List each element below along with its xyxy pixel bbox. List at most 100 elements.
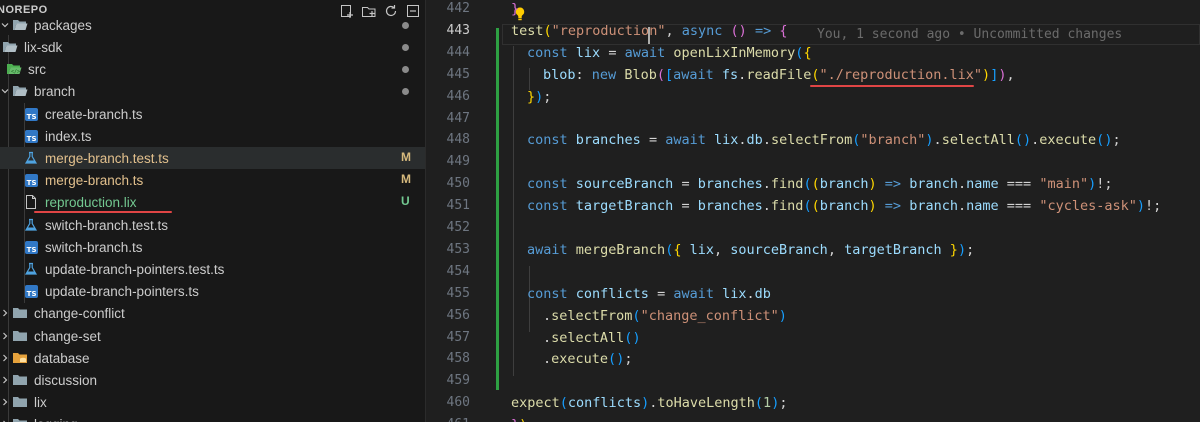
tree-item-label: merge-branch.test.ts [45, 150, 169, 166]
tree-item-label: packages [34, 17, 92, 33]
tree-item-change-conflict[interactable]: change-conflict [0, 302, 425, 324]
code-line[interactable]: blob: new Blob([await fs.readFile("./rep… [543, 64, 1015, 86]
line-number: 458 [446, 351, 470, 367]
tree-item-label: discussion [34, 372, 98, 388]
folder-open-icon [12, 17, 28, 33]
tree-item-src[interactable]: </> src [0, 58, 425, 80]
tree-item-packages[interactable]: packages [0, 14, 425, 36]
code-line[interactable]: .selectFrom("change_conflict") [543, 305, 787, 327]
line-number: 455 [446, 285, 470, 301]
tree-item-merge-branch-ts[interactable]: TS merge-branch.ts M [0, 169, 425, 191]
typescript-file-icon: TS [23, 106, 39, 122]
tree-item-label: index.ts [45, 128, 92, 144]
folder-open-icon [12, 83, 28, 99]
tree-item-logging[interactable]: logging [0, 413, 425, 422]
code-line[interactable]: }); [527, 86, 551, 108]
tree-item-create-branch-ts[interactable]: TS create-branch.ts [0, 103, 425, 125]
git-added-gutter-bar [496, 28, 499, 390]
annotation-underline [810, 85, 974, 87]
chevron-down-icon [0, 20, 12, 30]
tree-item-label: change-conflict [34, 305, 125, 321]
line-number: 452 [446, 220, 470, 235]
modified-dot [402, 22, 409, 29]
code-line[interactable]: const branches = await lix.db.selectFrom… [527, 129, 1121, 151]
indent-guide [513, 46, 514, 376]
code-line[interactable]: .execute(); [543, 348, 632, 370]
line-number: 444 [446, 44, 470, 60]
folder-icon [12, 394, 28, 410]
line-number: 446 [446, 88, 470, 104]
tree-item-branch[interactable]: branch [0, 80, 425, 102]
tree-item-reproduction-lix[interactable]: reproduction.lix U [0, 191, 425, 213]
folder-icon [12, 416, 28, 422]
tree-item-discussion[interactable]: discussion [0, 369, 425, 391]
tree-item-lix[interactable]: lix [0, 391, 425, 413]
tree-item-label: change-set [34, 328, 101, 344]
tree-item-label: update-branch-pointers.ts [45, 283, 199, 299]
code-line[interactable]: .selectAll() [543, 327, 641, 349]
line-number: 454 [446, 263, 470, 279]
code-line[interactable]: }); [511, 414, 535, 422]
tree-item-label: reproduction.lix [45, 194, 137, 210]
line-number: 449 [446, 154, 470, 170]
git-status-untracked: U [401, 194, 410, 208]
tree-item-update-branch-pointers-ts[interactable]: TS update-branch-pointers.ts [0, 280, 425, 302]
text-cursor [648, 27, 650, 44]
line-number: 442 [446, 1, 470, 16]
explorer-sidebar: NOREPO packages lix-sdk </> src branch T… [0, 0, 426, 422]
tree-item-index-ts[interactable]: TS index.ts [0, 125, 425, 147]
typescript-file-icon: TS [23, 283, 39, 299]
tree-item-change-set[interactable]: change-set [0, 325, 425, 347]
chevron-right-icon [0, 353, 12, 363]
chevron-right-icon [0, 331, 12, 341]
line-number: 456 [446, 307, 470, 323]
test-flask-icon [23, 217, 39, 233]
line-number: 450 [446, 176, 470, 192]
line-number: 447 [446, 110, 470, 126]
tree-item-label: switch-branch.ts [45, 239, 143, 255]
code-line[interactable]: expect(conflicts).toHaveLength(1); [511, 392, 787, 414]
tree-item-label: lix-sdk [24, 39, 63, 55]
chevron-right-icon [0, 375, 12, 385]
typescript-file-icon: TS [23, 239, 39, 255]
tree-item-update-branch-pointers-test-ts[interactable]: update-branch-pointers.test.ts [0, 258, 425, 280]
git-status-modified: M [401, 172, 411, 186]
annotation-underline [34, 211, 172, 213]
line-number: 451 [446, 198, 470, 214]
folder-icon [12, 328, 28, 344]
tree-item-label: switch-branch.test.ts [45, 217, 169, 233]
tree-item-label: lix [34, 394, 47, 410]
line-number: 457 [446, 329, 470, 345]
tree-item-label: merge-branch.ts [45, 172, 144, 188]
modified-dot [402, 44, 409, 51]
vscode-window: NOREPO packages lix-sdk </> src branch T… [0, 0, 1200, 422]
tree-item-merge-branch-test-ts[interactable]: merge-branch.test.ts M [0, 147, 425, 169]
line-number: 453 [446, 241, 470, 257]
tree-item-label: database [34, 350, 90, 366]
tree-item-lix-sdk[interactable]: lix-sdk [0, 36, 425, 58]
code-line[interactable]: const sourceBranch = branches.find((bran… [527, 173, 1113, 195]
code-line[interactable]: const lix = await openLixInMemory({ [527, 42, 812, 64]
line-number: 459 [446, 373, 470, 389]
line-number: 445 [446, 66, 470, 82]
tree-item-switch-branch-test-ts[interactable]: switch-branch.test.ts [0, 214, 425, 236]
tree-item-database[interactable]: database [0, 347, 425, 369]
test-flask-icon [23, 150, 39, 166]
tree-item-label: src [28, 61, 46, 77]
line-number: 448 [446, 132, 470, 148]
git-blame-annotation: You, 1 second ago • Uncommitted changes [817, 27, 1123, 42]
code-editor[interactable]: 442 443 444 445 446 447 448 449 450 451 … [426, 0, 1200, 422]
chevron-right-icon [0, 397, 12, 407]
tree-item-label: branch [34, 83, 76, 99]
code-line[interactable]: await mergeBranch({ lix, sourceBranch, t… [527, 239, 974, 261]
tree-item-switch-branch-ts[interactable]: TS switch-branch.ts [0, 236, 425, 258]
typescript-file-icon: TS [23, 128, 39, 144]
code-line[interactable]: const targetBranch = branches.find((bran… [527, 195, 1161, 217]
typescript-file-icon: TS [23, 172, 39, 188]
code-line[interactable]: const conflicts = await lix.db [527, 283, 771, 305]
git-status-modified: M [401, 150, 411, 164]
folder-icon [12, 372, 28, 388]
tree-item-label: logging [34, 417, 78, 422]
modified-dot [402, 66, 409, 73]
code-line[interactable]: } [511, 0, 519, 20]
